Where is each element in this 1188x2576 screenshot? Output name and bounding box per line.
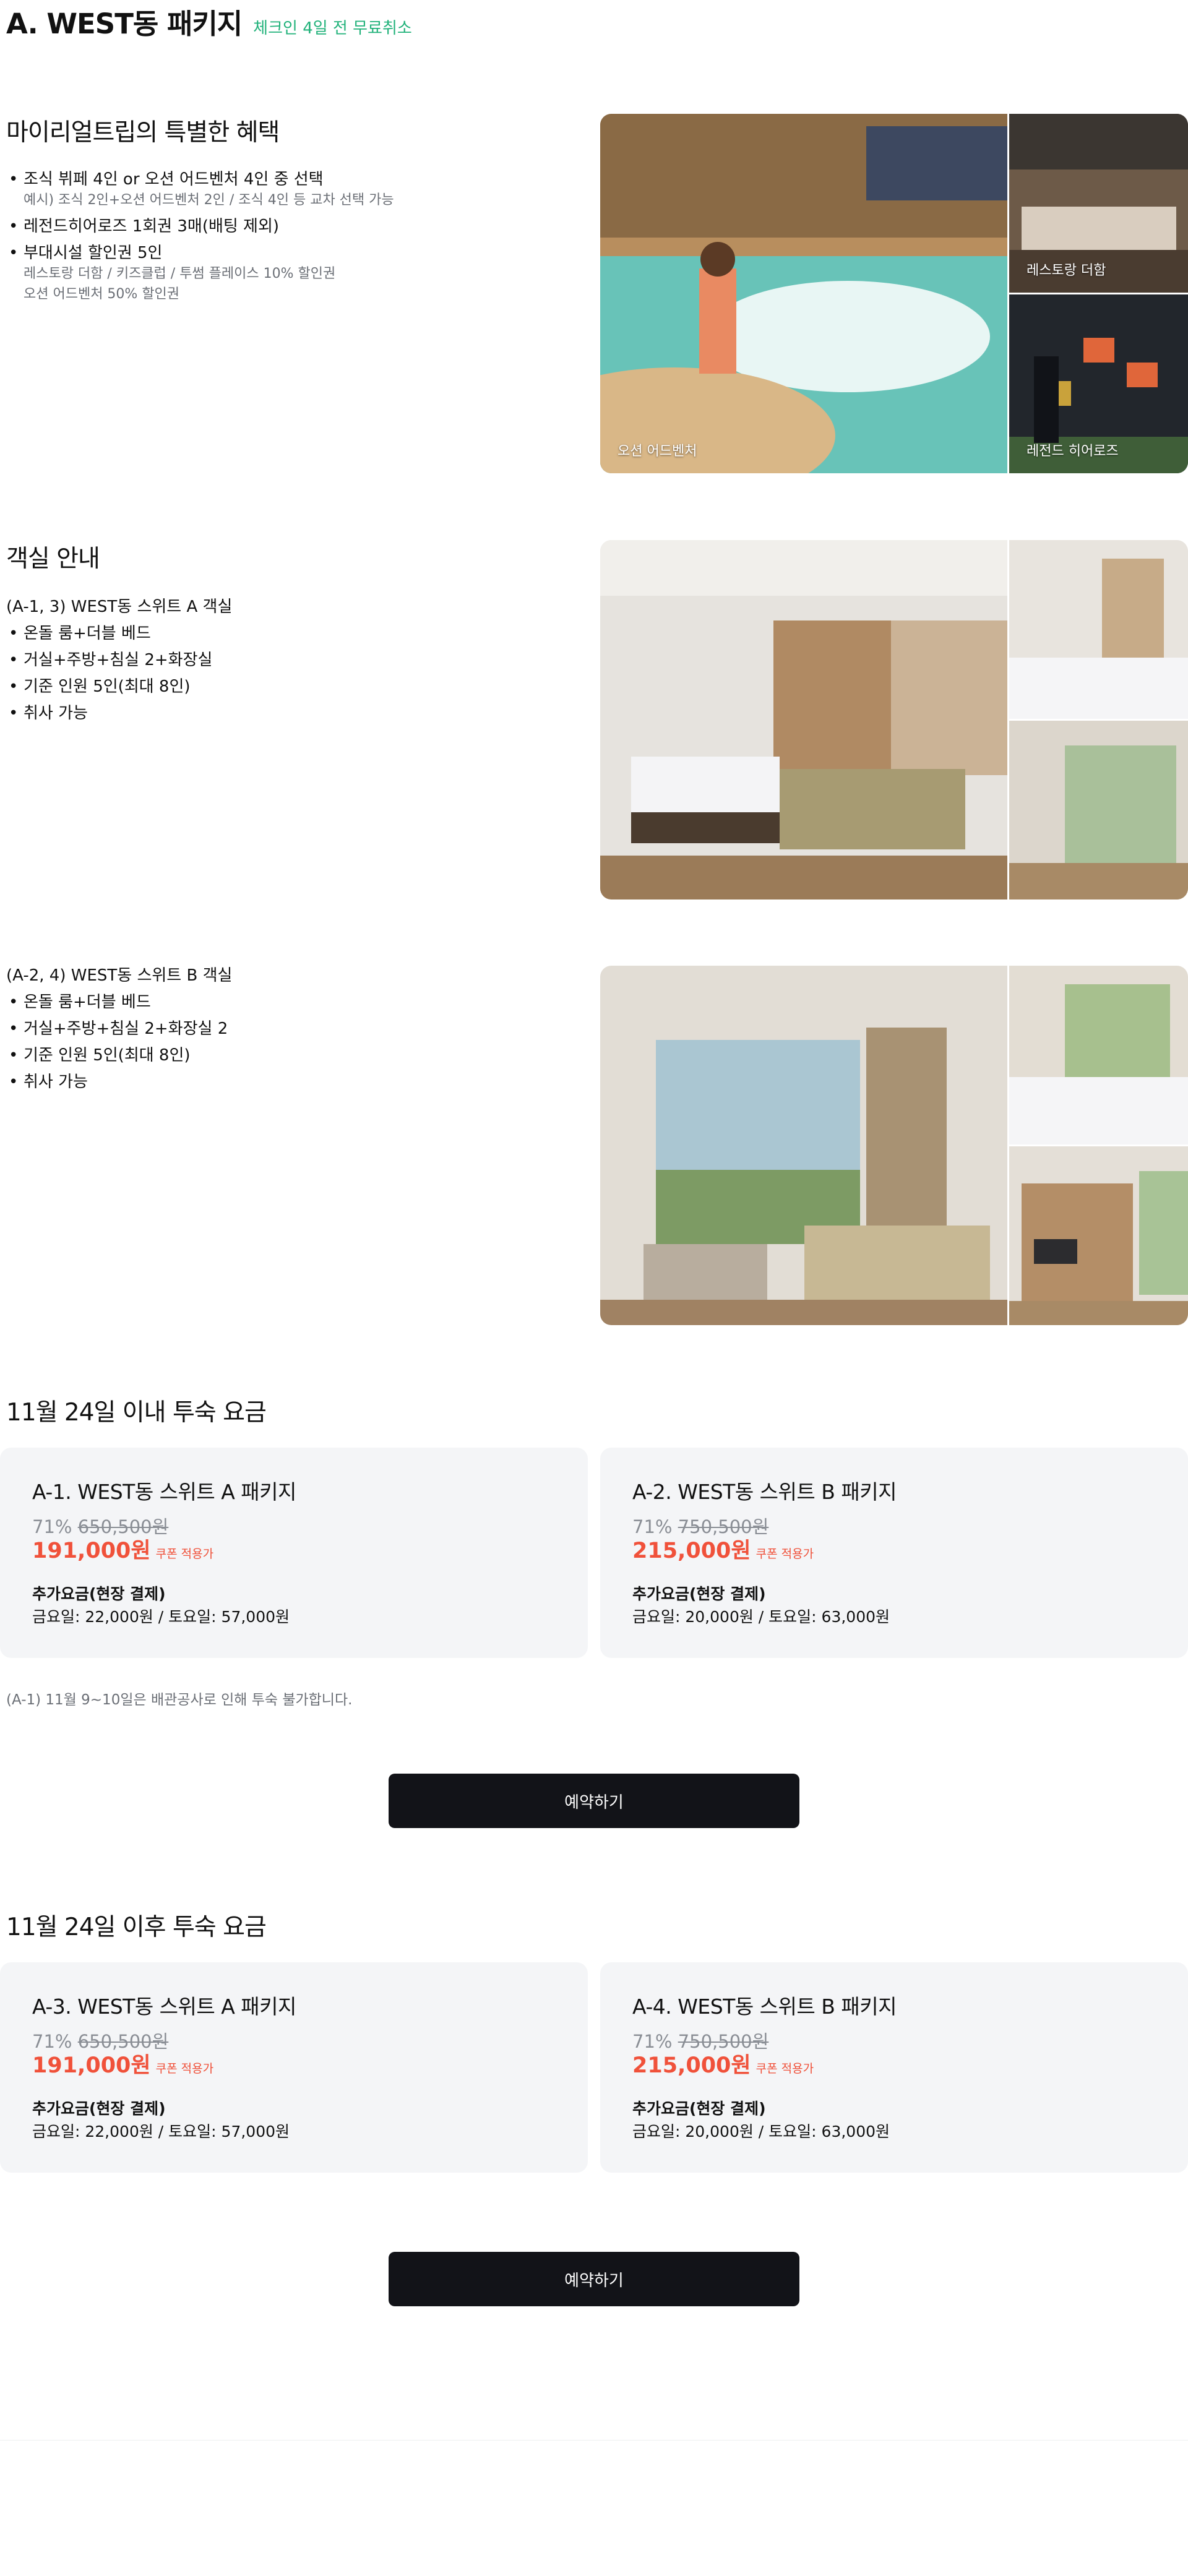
gallery-caption: 오션 어드벤처 <box>618 444 697 459</box>
package-card-a3[interactable]: A-3. WEST동 스위트 A 패키지 71% 650,500원 191,00… <box>0 1962 588 2173</box>
room-feature: 거실+주방+침실 2+화장실 2 <box>6 1016 228 1042</box>
sale-price: 191,000원 <box>32 2053 151 2078</box>
benefit-subtext: 오션 어드벤처 50% 할인권 <box>24 286 180 302</box>
benefits-list: 조식 뷔페 4인 or 오션 어드벤처 4인 중 선택 예시) 조식 2인+오션… <box>6 169 394 310</box>
reserve-button[interactable]: 예약하기 <box>389 2252 799 2306</box>
room-a-bedroom-photo[interactable] <box>1009 540 1188 719</box>
benefit-subtext: 레스토랑 더함 / 키즈클럽 / 투썸 플레이스 10% 할인권 <box>24 266 336 281</box>
free-cancel-note: 체크인 4일 전 무료취소 <box>253 19 412 38</box>
package-title: A-3. WEST동 스위트 A 패키지 <box>32 1994 296 2019</box>
benefit-text: 부대시설 할인권 5인 <box>24 244 163 262</box>
discount-rate: 71% <box>632 1516 673 1537</box>
room-b-gallery <box>600 966 1188 1325</box>
sale-price: 215,000원 <box>632 2053 751 2078</box>
room-feature: 취사 가능 <box>6 1069 228 1096</box>
sale-price: 215,000원 <box>632 1539 751 1563</box>
price-original-line: 71% 650,500원 <box>32 2030 556 2053</box>
extra-fee-value: 금요일: 20,000원 / 토요일: 63,000원 <box>632 2123 890 2140</box>
benefit-item: 부대시설 할인권 5인 레스토랑 더함 / 키즈클럽 / 투썸 플레이스 10%… <box>6 243 394 304</box>
room-feature: 온돌 룸+더블 베드 <box>6 620 212 647</box>
benefits-gallery: 오션 어드벤처 레스토랑 더함 레전드 히어로즈 <box>600 114 1188 473</box>
sale-price-line: 215,000원 쿠폰 적용가 <box>632 2053 1156 2082</box>
legend-heroes-photo[interactable]: 레전드 히어로즈 <box>1009 294 1188 473</box>
room-b-living-photo[interactable] <box>1009 1146 1188 1325</box>
room-b-bedroom-photo[interactable] <box>1009 966 1188 1144</box>
construction-notice: (A-1) 11월 9~10일은 배관공사로 인해 투숙 불가합니다. <box>6 1692 353 1708</box>
room-a-main-photo[interactable] <box>600 540 1007 899</box>
benefits-title: 마이리얼트립의 특별한 혜택 <box>6 119 280 147</box>
rooms-title: 객실 안내 <box>6 545 100 573</box>
pricing-after-title: 11월 24일 이후 투숙 요금 <box>6 1913 267 1941</box>
room-feature: 온돌 룸+더블 베드 <box>6 989 228 1016</box>
restaurant-photo[interactable]: 레스토랑 더함 <box>1009 114 1188 293</box>
package-title: A-1. WEST동 스위트 A 패키지 <box>32 1480 296 1504</box>
benefit-item: 레전드히어로즈 1회권 3매(배팅 제외) <box>6 216 394 237</box>
room-b-main-photo[interactable] <box>600 966 1007 1325</box>
sale-price-line: 191,000원 쿠폰 적용가 <box>32 2053 556 2082</box>
benefit-subtext: 예시) 조식 2인+오션 어드벤처 2인 / 조식 4인 등 교차 선택 가능 <box>24 192 394 208</box>
discount-rate: 71% <box>32 2031 72 2052</box>
pricing-before-title: 11월 24일 이내 투숙 요금 <box>6 1399 267 1427</box>
price-original-line: 71% 750,500원 <box>632 1516 1156 1538</box>
room-a-heading: (A-1, 3) WEST동 스위트 A 객실 <box>6 598 233 616</box>
package-card-a1[interactable]: A-1. WEST동 스위트 A 패키지 71% 650,500원 191,00… <box>0 1448 588 1658</box>
package-title: A-2. WEST동 스위트 B 패키지 <box>632 1480 897 1504</box>
coupon-label: 쿠폰 적용가 <box>155 1547 214 1561</box>
original-price: 650,500원 <box>77 1516 169 1537</box>
extra-fee-value: 금요일: 22,000원 / 토요일: 57,000원 <box>32 2123 290 2140</box>
price-original-line: 71% 750,500원 <box>632 2030 1156 2053</box>
coupon-label: 쿠폰 적용가 <box>155 2062 214 2076</box>
sale-price: 191,000원 <box>32 1539 151 1563</box>
extra-fee-value: 금요일: 20,000원 / 토요일: 63,000원 <box>632 1608 890 1626</box>
coupon-label: 쿠폰 적용가 <box>755 1547 814 1561</box>
room-b-features: 온돌 룸+더블 베드 거실+주방+침실 2+화장실 2 기준 인원 5인(최대 … <box>6 989 228 1096</box>
coupon-label: 쿠폰 적용가 <box>755 2062 814 2076</box>
footer-divider <box>0 2440 1188 2441</box>
room-feature: 기준 인원 5인(최대 8인) <box>6 1042 228 1069</box>
ocean-adventure-photo[interactable]: 오션 어드벤처 <box>600 114 1007 473</box>
room-a-features: 온돌 룸+더블 베드 거실+주방+침실 2+화장실 기준 인원 5인(최대 8인… <box>6 620 212 727</box>
benefit-text: 조식 뷔페 4인 or 오션 어드벤처 4인 중 선택 <box>24 170 324 189</box>
extra-fee-label: 추가요금(현장 결제) <box>32 2100 166 2118</box>
page-header: A. WEST동 패키지 체크인 4일 전 무료취소 <box>6 1 412 42</box>
extra-fee-label: 추가요금(현장 결제) <box>632 1585 766 1603</box>
original-price: 750,500원 <box>678 2031 769 2052</box>
package-title: A-4. WEST동 스위트 B 패키지 <box>632 1994 897 2019</box>
extra-fee-label: 추가요금(현장 결제) <box>632 2100 766 2118</box>
room-feature: 거실+주방+침실 2+화장실 <box>6 647 212 674</box>
discount-rate: 71% <box>632 2031 673 2052</box>
price-original-line: 71% 650,500원 <box>32 1516 556 1538</box>
room-a-gallery <box>600 540 1188 899</box>
reserve-button[interactable]: 예약하기 <box>389 1774 799 1828</box>
original-price: 750,500원 <box>678 1516 769 1537</box>
benefit-item: 조식 뷔페 4인 or 오션 어드벤처 4인 중 선택 예시) 조식 2인+오션… <box>6 169 394 210</box>
package-card-a4[interactable]: A-4. WEST동 스위트 B 패키지 71% 750,500원 215,00… <box>600 1962 1188 2173</box>
sale-price-line: 191,000원 쿠폰 적용가 <box>32 1538 556 1567</box>
room-feature: 기준 인원 5인(최대 8인) <box>6 674 212 700</box>
original-price: 650,500원 <box>77 2031 169 2052</box>
extra-fee-value: 금요일: 22,000원 / 토요일: 57,000원 <box>32 1608 290 1626</box>
page-title: A. WEST동 패키지 <box>6 7 243 40</box>
gallery-caption: 레스토랑 더함 <box>1027 263 1106 278</box>
package-card-a2[interactable]: A-2. WEST동 스위트 B 패키지 71% 750,500원 215,00… <box>600 1448 1188 1658</box>
gallery-caption: 레전드 히어로즈 <box>1027 444 1119 459</box>
room-b-heading: (A-2, 4) WEST동 스위트 B 객실 <box>6 966 233 985</box>
room-a-window-photo[interactable] <box>1009 721 1188 899</box>
discount-rate: 71% <box>32 1516 72 1537</box>
sale-price-line: 215,000원 쿠폰 적용가 <box>632 1538 1156 1567</box>
benefit-text: 레전드히어로즈 1회권 3매(배팅 제외) <box>24 217 280 236</box>
room-feature: 취사 가능 <box>6 700 212 727</box>
extra-fee-label: 추가요금(현장 결제) <box>32 1585 166 1603</box>
